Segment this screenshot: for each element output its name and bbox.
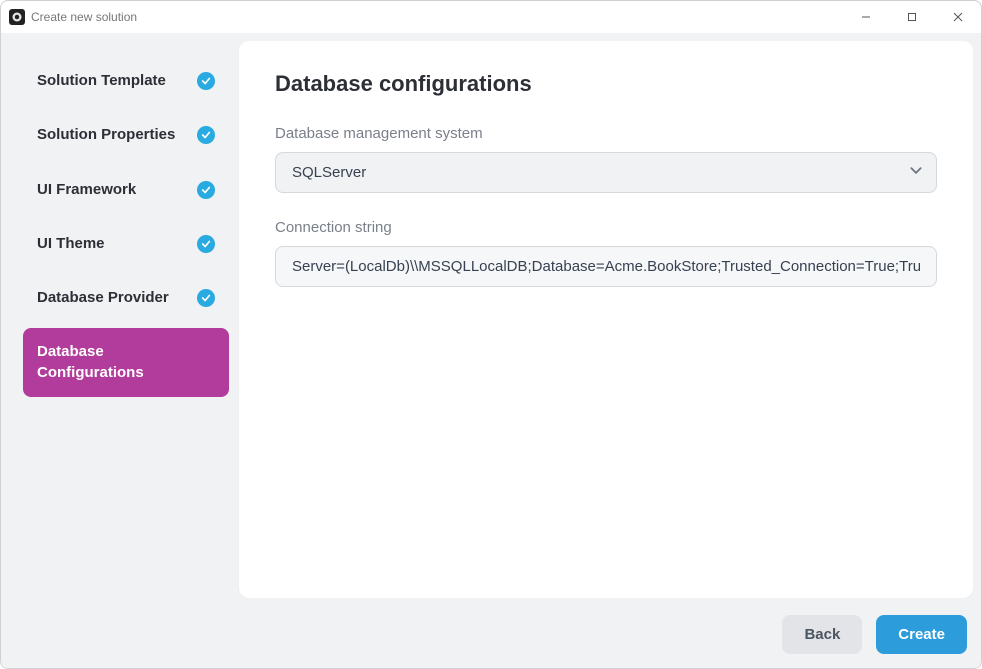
step-database-provider[interactable]: Database Provider [23, 274, 229, 322]
step-label-line1: Database [37, 342, 144, 362]
dbms-label: Database management system [275, 125, 937, 142]
create-button[interactable]: Create [876, 615, 967, 654]
step-label: Database Provider [37, 288, 169, 308]
step-ui-framework[interactable]: UI Framework [23, 166, 229, 214]
check-icon [197, 126, 215, 144]
close-button[interactable] [935, 1, 981, 33]
connection-string-input[interactable] [275, 246, 937, 287]
back-button[interactable]: Back [782, 615, 862, 654]
window: Create new solution Solution Template So [0, 0, 982, 669]
step-label-line2: Configurations [37, 363, 144, 383]
window-title: Create new solution [31, 10, 137, 24]
dbms-select[interactable]: SQLServer [275, 152, 937, 193]
step-label: Solution Properties [37, 125, 175, 145]
check-icon [197, 289, 215, 307]
check-icon [197, 235, 215, 253]
step-label: UI Framework [37, 180, 136, 200]
dbms-select-value: SQLServer [275, 152, 937, 193]
connection-string-label: Connection string [275, 219, 937, 236]
app-icon [9, 9, 25, 25]
main-panel: Database configurations Database managem… [239, 41, 973, 598]
sidebar: Solution Template Solution Properties UI… [9, 41, 239, 598]
step-database-configurations[interactable]: Database Configurations [23, 328, 229, 397]
step-solution-template[interactable]: Solution Template [23, 57, 229, 105]
step-label: UI Theme [37, 234, 105, 254]
check-icon [197, 72, 215, 90]
maximize-button[interactable] [889, 1, 935, 33]
content-row: Solution Template Solution Properties UI… [9, 41, 973, 598]
step-label: Solution Template [37, 71, 166, 91]
page-title: Database configurations [275, 71, 937, 97]
minimize-button[interactable] [843, 1, 889, 33]
check-icon [197, 181, 215, 199]
footer: Back Create [9, 598, 973, 660]
body: Solution Template Solution Properties UI… [1, 33, 981, 668]
step-ui-theme[interactable]: UI Theme [23, 220, 229, 268]
titlebar: Create new solution [1, 1, 981, 33]
step-solution-properties[interactable]: Solution Properties [23, 111, 229, 159]
